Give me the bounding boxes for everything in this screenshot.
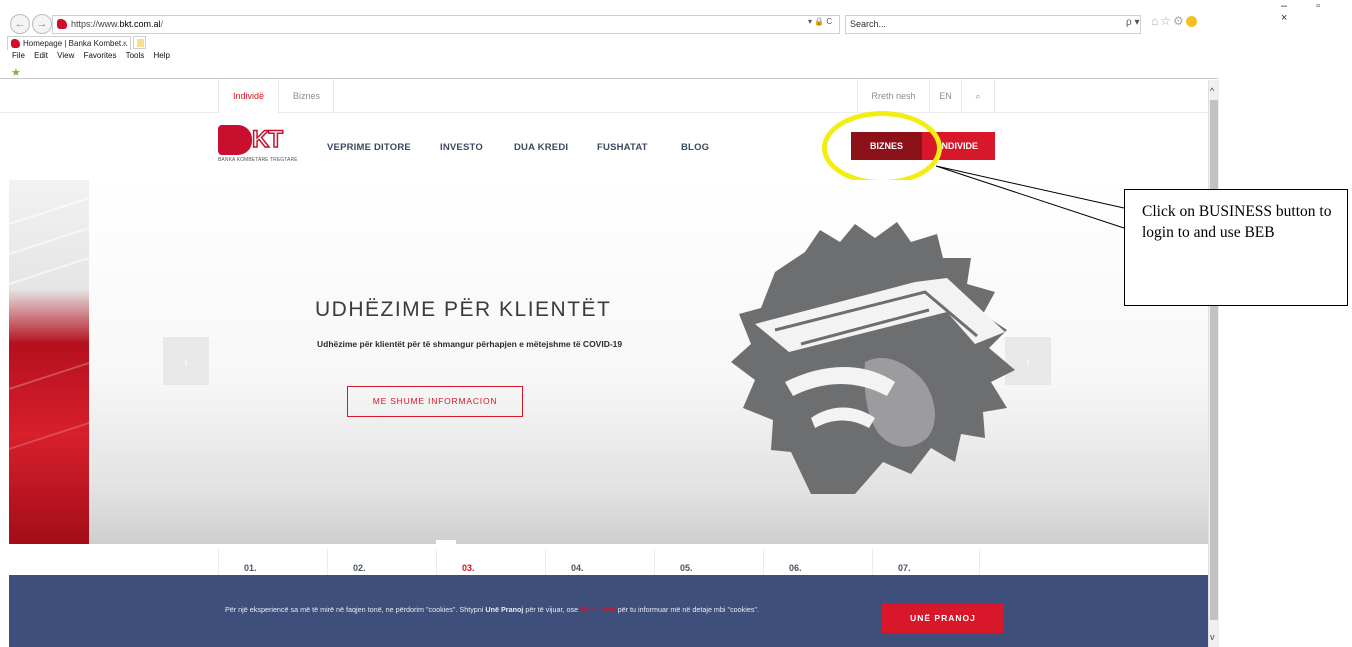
bkt-logo[interactable]: KT BANKA KOMBETARE TREGTARE	[218, 125, 306, 165]
tab-close-icon[interactable]: ×	[122, 37, 127, 50]
search-icon[interactable]: ρ ▾	[1126, 17, 1140, 28]
smiley-icon[interactable]	[1185, 16, 1197, 28]
cookie-banner: Për një eksperiencë sa më të mirë në faq…	[9, 575, 1208, 647]
hero-left-artwork	[9, 180, 89, 544]
site-favicon-icon	[57, 19, 67, 29]
logo-letters: KT	[251, 126, 284, 154]
annotation-callout-text: Click on BUSINESS button to login to and…	[1142, 203, 1332, 241]
hero-stripe	[9, 227, 89, 255]
accept-cookies-button[interactable]: UNË PRANOJ	[882, 603, 1004, 633]
more-info-button[interactable]: ME SHUME INFORMACION	[347, 386, 523, 417]
scroll-thumb[interactable]	[1210, 100, 1218, 620]
nav-veprime-ditore[interactable]: VEPRIME DITORE	[327, 142, 411, 153]
menu-view[interactable]: View	[57, 51, 74, 60]
url-domain: bkt.com.al	[119, 19, 161, 29]
top-bar-divider	[0, 112, 1208, 113]
hero-slider: ‹ › UDHËZIME PËR KLIENTËT Udhëzime për k…	[9, 180, 1208, 544]
back-button[interactable]: ←	[10, 14, 30, 34]
menu-help[interactable]: Help	[154, 51, 170, 60]
address-tools[interactable]: ▾ 🔒 C	[808, 17, 832, 26]
slide-num-06[interactable]: 06.	[763, 549, 871, 575]
new-tab-button[interactable]	[133, 36, 146, 49]
slide-num-04[interactable]: 04.	[545, 549, 653, 575]
url-prefix: https://www.	[71, 19, 120, 29]
menu-bar: File Edit View Favorites Tools Help	[12, 51, 177, 60]
cookie-text-bold: Unë Pranoj	[485, 605, 524, 614]
cookie-text: Për një eksperiencë sa më të mirë në faq…	[225, 604, 825, 615]
menu-tools[interactable]: Tools	[126, 51, 145, 60]
annotation-callout-box: Click on BUSINESS button to login to and…	[1124, 189, 1348, 306]
scroll-up-icon[interactable]: ^	[1210, 86, 1214, 96]
cookie-info-link[interactable]: klikoni këtu	[580, 605, 616, 614]
web-page: Individë Biznes Rreth nesh EN ⌕ KT BANKA…	[0, 79, 1208, 647]
annotation-highlight-ellipse	[822, 111, 942, 185]
address-bar[interactable]: https://www.bkt.com.al/	[52, 15, 840, 34]
logo-subtitle: BANKA KOMBETARE TREGTARE	[218, 157, 298, 163]
page-scrollbar[interactable]: ^ v	[1208, 80, 1219, 647]
slide-num-02[interactable]: 02.	[327, 549, 435, 575]
hero-stripe	[9, 362, 89, 390]
url-suffix: /	[160, 19, 164, 29]
tab-favicon-icon	[11, 39, 20, 48]
hero-stripe	[9, 197, 89, 225]
menu-file[interactable]: File	[12, 51, 25, 60]
slide-num-07[interactable]: 07.	[872, 549, 980, 575]
slide-num-01[interactable]: 01.	[218, 549, 326, 575]
nav-blog[interactable]: BLOG	[681, 142, 709, 153]
hero-stripe	[9, 257, 89, 285]
menu-edit[interactable]: Edit	[34, 51, 48, 60]
nav-investo[interactable]: INVESTO	[440, 142, 483, 153]
menu-favorites[interactable]: Favorites	[84, 51, 117, 60]
tab-individe[interactable]: Individë	[218, 79, 279, 113]
cookie-text-part3: për tu informuar më në detaje mbi "cooki…	[615, 605, 759, 614]
hero-subtitle: Udhëzime për klientët për të shmangur pë…	[317, 339, 623, 349]
slider-prev-arrow[interactable]: ‹	[163, 337, 209, 385]
home-icon[interactable]: ⌂	[1151, 14, 1160, 28]
hero-title: UDHËZIME PËR KLIENTËT	[315, 298, 612, 321]
nav-dua-kredi[interactable]: DUA KREDI	[514, 142, 568, 153]
address-url: https://www.bkt.com.al/	[71, 19, 163, 29]
cookie-text-part2: për të vijuar, ose	[523, 605, 581, 614]
browser-chrome: ← → https://www.bkt.com.al/ ▾ 🔒 C Search…	[0, 0, 1352, 80]
logo-b-mark	[218, 125, 252, 155]
gear-icon[interactable]: ⚙	[1173, 14, 1186, 28]
forward-button[interactable]: →	[32, 14, 52, 34]
hero-stripe	[9, 422, 89, 450]
window-controls[interactable]: – ▫ ×	[1281, 0, 1352, 24]
star-icon[interactable]: ☆	[1160, 14, 1173, 28]
cookie-text-part1: Për një eksperiencë sa më të mirë në faq…	[225, 605, 486, 614]
scroll-down-icon[interactable]: v	[1210, 632, 1215, 642]
link-rreth-nesh[interactable]: Rreth nesh	[857, 79, 929, 113]
slide-num-03[interactable]: 03.	[436, 549, 544, 575]
slide-indicator	[436, 540, 456, 544]
site-search-icon[interactable]: ⌕	[961, 79, 995, 113]
browser-search-input[interactable]: Search...	[845, 15, 1141, 34]
helmet-head-illustration	[731, 222, 1015, 494]
slide-num-05[interactable]: 05.	[654, 549, 762, 575]
browser-tab[interactable]: Homepage | Banka Kombet... ×	[7, 36, 131, 50]
toolbar-icons: ⌂☆⚙	[1151, 14, 1197, 28]
nav-fushatat[interactable]: FUSHATAT	[597, 142, 648, 153]
link-language-en[interactable]: EN	[929, 79, 961, 113]
tab-title: Homepage | Banka Kombet...	[23, 39, 128, 48]
tab-biznes[interactable]: Biznes	[280, 79, 334, 113]
screenshot-root: ← → https://www.bkt.com.al/ ▾ 🔒 C Search…	[0, 0, 1352, 647]
